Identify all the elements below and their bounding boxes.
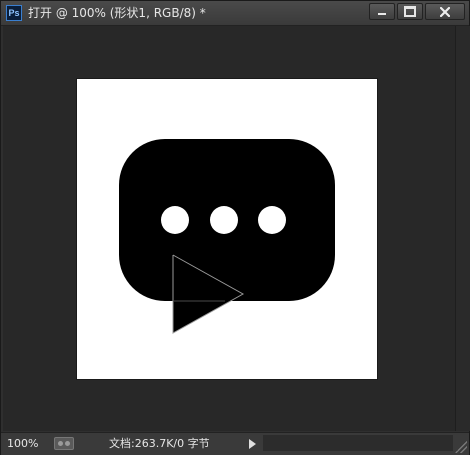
maximize-button[interactable] [397, 3, 423, 20]
vertical-scrollbar[interactable] [455, 26, 470, 431]
maximize-icon [404, 6, 416, 17]
minimize-button[interactable] [369, 3, 395, 20]
horizontal-scrollbar[interactable] [263, 435, 453, 451]
zoom-level-field[interactable]: 100% [3, 436, 47, 451]
document-canvas[interactable] [77, 79, 377, 379]
close-icon [440, 6, 450, 17]
dot-3 [258, 206, 286, 234]
minimize-icon [378, 13, 386, 15]
chat-bubble-icon [119, 139, 335, 334]
window-controls [369, 3, 465, 21]
title-bar[interactable]: Ps 打开 @ 100% (形状1, RGB/8) * [1, 1, 469, 26]
document-window: Ps 打开 @ 100% (形状1, RGB/8) * 100% 文档:263.… [0, 0, 470, 455]
close-button[interactable] [425, 3, 465, 20]
document-info: 文档:263.7K/0 字节 [109, 437, 210, 450]
document-title: 打开 @ 100% (形状1, RGB/8) * [28, 6, 206, 20]
dot-1 [161, 206, 189, 234]
view-icon[interactable] [54, 437, 74, 450]
ps-app-icon: Ps [6, 5, 22, 21]
dot-2 [210, 206, 238, 234]
resize-grip[interactable] [455, 441, 467, 453]
triangle-right-icon[interactable] [249, 439, 256, 449]
